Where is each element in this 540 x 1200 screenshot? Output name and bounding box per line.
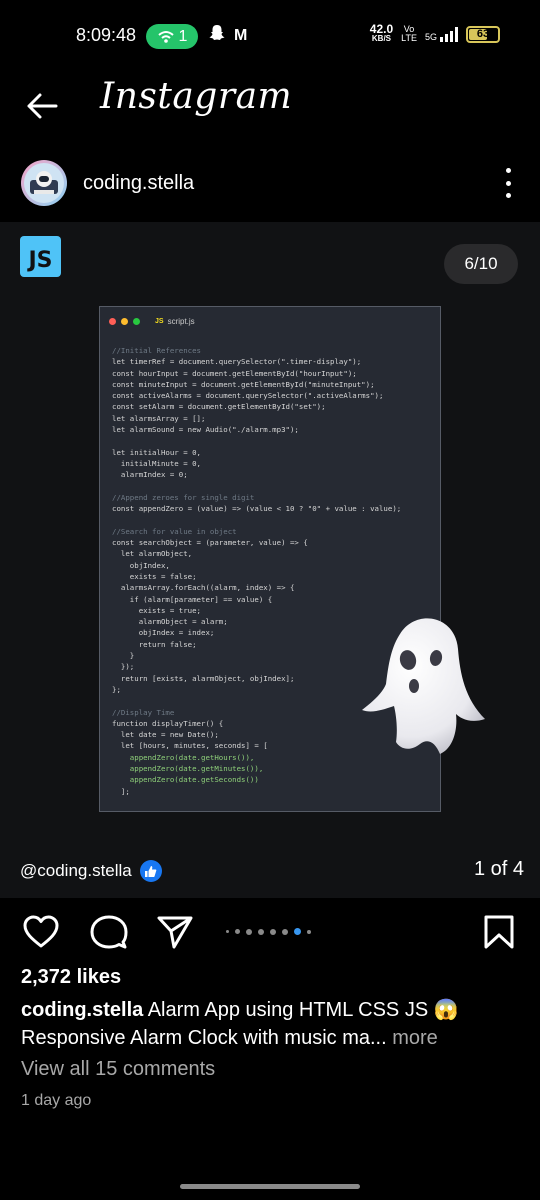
code-line: alarmsArray.forEach((alarm, index) => { [112, 583, 295, 593]
post-actions [0, 906, 540, 956]
code-line: //Append zeroes for single digit [112, 492, 255, 502]
avatar[interactable] [21, 160, 67, 206]
minimize-dot-icon [121, 317, 128, 325]
code-line: if (alarm[parameter] == value) { [112, 594, 273, 604]
code-line: objIndex, [112, 560, 170, 570]
carousel-dot [282, 928, 288, 935]
home-indicator[interactable] [180, 1184, 360, 1189]
status-time: 8:09:48 [76, 25, 137, 45]
bookmark-icon[interactable] [480, 914, 518, 950]
speed-value: 42.0 [369, 22, 394, 36]
code-line: let alarmObject, [112, 549, 193, 559]
code-line: //Search for value in object [112, 526, 237, 536]
code-line: initialMinute = 0, [112, 458, 201, 468]
hotspot-indicator: 1 [146, 24, 198, 49]
page-count: 1 of 4 [473, 858, 524, 880]
thumbs-up-icon [139, 860, 162, 882]
creator-watermark: @coding.stella [20, 860, 162, 882]
heart-icon[interactable] [22, 914, 60, 950]
likes-count[interactable]: 2,372 likes [21, 966, 121, 989]
maximize-dot-icon [133, 317, 140, 325]
hotspot-count: 1 [178, 27, 188, 45]
code-line: let alarmsArray = []; [112, 413, 206, 423]
code-line: appendZero(date.getSeconds()) [112, 775, 259, 785]
carousel-dot [294, 928, 301, 935]
code-line: alarmIndex = 0; [112, 470, 188, 480]
post-media[interactable]: JS 6/10 JS script.js //Initial Reference… [0, 222, 540, 898]
carousel-dot [226, 930, 229, 933]
send-icon[interactable] [156, 914, 194, 950]
code-line: let alarmSound = new Audio("./alarm.mp3"… [112, 425, 299, 435]
code-line: const appendZero = (value) => (value < 1… [112, 504, 402, 514]
carousel-dot [307, 929, 311, 934]
post-author-row: coding.stella [0, 158, 540, 210]
carousel-dot [270, 928, 276, 935]
wifi-hotspot-icon [157, 30, 174, 43]
close-dot-icon [109, 317, 116, 325]
signal-bars-icon [440, 26, 458, 42]
js-file-icon: JS [155, 317, 164, 325]
network-speed: 42.0 KB/S [369, 22, 394, 44]
status-right-group: 42.0 KB/S Vo LTE 5G 63 [369, 22, 500, 44]
caption-more-link[interactable]: more [387, 1027, 438, 1049]
slide-counter: 6/10 [444, 244, 518, 284]
carousel-dot [258, 928, 264, 935]
code-line: let initialHour = 0, [112, 447, 201, 457]
comment-icon[interactable] [90, 914, 128, 950]
ghost-sticker-icon [362, 618, 485, 754]
volte-indicator: Vo LTE [401, 25, 417, 43]
code-line: const activeAlarms = document.querySelec… [112, 391, 384, 401]
code-line: //Initial References [112, 346, 201, 355]
caption-username[interactable]: coding.stella [21, 999, 143, 1021]
code-line: let timerRef = document.querySelector(".… [112, 357, 362, 367]
filename-label: script.js [167, 316, 195, 326]
signal-indicator: 5G [425, 26, 458, 42]
post-timestamp: 1 day ago [21, 1092, 92, 1109]
view-comments-link[interactable]: View all 15 comments [21, 1058, 215, 1081]
post-caption: coding.stella Alarm App using HTML CSS J… [21, 996, 521, 1052]
battery-level: 63 [476, 28, 490, 40]
carousel-dot [246, 928, 252, 935]
astronaut-avatar-image [24, 163, 64, 203]
watermark-text: @coding.stella [20, 861, 132, 880]
network-type: 5G [424, 32, 437, 42]
author-username[interactable]: coding.stella [83, 172, 194, 195]
app-header: Instagram [0, 72, 540, 140]
arrow-left-icon[interactable] [24, 88, 60, 124]
code-line: const searchObject = (parameter, value) … [112, 538, 308, 548]
editor-titlebar: JS script.js [100, 307, 440, 335]
code-line: appendZero(date.getMinutes()), [112, 763, 264, 773]
carrier-icon: M [234, 27, 248, 44]
code-line: const hourInput = document.getElementByI… [112, 368, 357, 378]
volte-bottom: LTE [401, 33, 417, 43]
code-line: ]; [112, 786, 130, 796]
code-line: const setAlarm = document.getElementById… [112, 402, 326, 412]
code-line: const minuteInput = document.getElementB… [112, 379, 375, 389]
code-line: exists = false; [112, 571, 197, 581]
instagram-logo: Instagram [100, 76, 293, 117]
status-bar: 8:09:48 1 M 42.0 KB/S Vo LTE 5G 63 [0, 0, 540, 72]
battery-icon: 63 [466, 25, 500, 43]
carousel-indicator [226, 928, 311, 935]
speed-unit: KB/S [371, 34, 392, 43]
carousel-dot [235, 929, 240, 934]
js-logo: JS [20, 236, 61, 277]
editor-filename: JS script.js [155, 317, 195, 326]
more-options-icon[interactable] [504, 168, 512, 198]
snapchat-icon [208, 24, 226, 47]
